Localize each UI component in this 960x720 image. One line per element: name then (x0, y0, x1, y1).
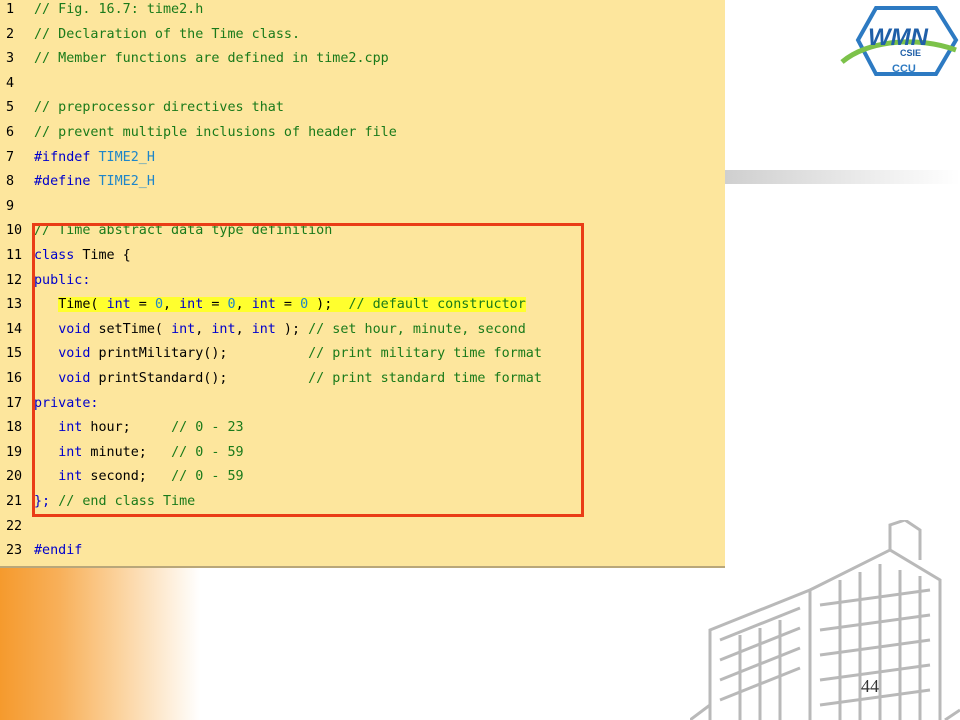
page-number: 44 (861, 676, 879, 696)
line-number: 21 (6, 494, 23, 509)
code-token: // Fig. 16.7: time2.h (34, 2, 204, 17)
code-line: 5 // preprocessor directives that (0, 96, 725, 120)
line-number: 1 (6, 2, 15, 17)
line-number: 4 (6, 75, 15, 91)
code-token: // preprocessor directives that (34, 100, 284, 116)
code-text: // prevent multiple inclusions of header… (34, 121, 397, 145)
code-line: 1 // Fig. 16.7: time2.h (0, 0, 725, 22)
line-number: 14 (6, 321, 23, 337)
code-text: #define TIME2_H (34, 170, 155, 194)
code-line: 2 // Declaration of the Time class. (0, 23, 725, 47)
code-line: 3 // Member functions are defined in time… (0, 47, 725, 71)
gray-stripe-decoration (725, 170, 960, 184)
code-text: #ifndef TIME2_H (34, 146, 155, 170)
code-text: #endif (34, 539, 82, 563)
code-line: 6 // prevent multiple inclusions of heade… (0, 121, 725, 145)
line-number: 5 (6, 100, 15, 116)
code-line: 8 #define TIME2_H (0, 170, 725, 194)
line-number: 20 (6, 469, 23, 485)
line-number: 17 (6, 395, 23, 411)
code-token: TIME2_H (98, 149, 155, 165)
line-number: 15 (6, 346, 23, 362)
orange-gradient-decoration (0, 568, 200, 720)
line-number: 6 (6, 125, 15, 140)
wmn-logo: WMN CSIE CCU (840, 6, 959, 76)
code-text: // Fig. 16.7: time2.h (34, 0, 203, 22)
class-definition-highlight-box (32, 223, 584, 517)
code-token: #define (34, 174, 91, 190)
line-number: 3 (6, 51, 15, 67)
line-number: 10 (6, 223, 23, 239)
code-line: 7 #ifndef TIME2_H (0, 146, 725, 170)
line-number: 13 (6, 297, 23, 313)
logo-text-bottom: CCU (892, 63, 916, 75)
line-number: 19 (6, 444, 23, 460)
code-token: // Declaration of the Time class. (34, 26, 301, 42)
code-text: // preprocessor directives that (34, 96, 284, 120)
logo-text-main: WMN (868, 24, 929, 51)
code-token: #endif (34, 543, 83, 559)
line-number: 8 (6, 174, 15, 190)
code-token: TIME2_H (98, 174, 155, 190)
line-number: 16 (6, 371, 23, 386)
code-line: 22 (0, 515, 725, 539)
line-number: 7 (6, 149, 15, 165)
line-number: 18 (6, 420, 23, 436)
code-line: 9 (0, 195, 725, 219)
line-number: 9 (6, 198, 15, 214)
line-number: 2 (6, 26, 15, 42)
line-number: 12 (6, 272, 23, 288)
line-number: 22 (6, 518, 23, 534)
code-line: 4 (0, 72, 725, 96)
line-number: 23 (6, 543, 23, 559)
code-text: // Member functions are defined in time2… (34, 47, 389, 71)
code-token: // Member functions are defined in time2… (34, 51, 389, 67)
logo-text-sub: CSIE (900, 48, 921, 58)
code-token: #ifndef (34, 149, 91, 165)
code-line: 23 #endif (0, 539, 725, 563)
code-token: // prevent multiple inclusions of header… (34, 125, 397, 140)
building-illustration (690, 520, 960, 720)
line-number: 11 (6, 248, 23, 263)
code-text: // Declaration of the Time class. (34, 23, 300, 47)
